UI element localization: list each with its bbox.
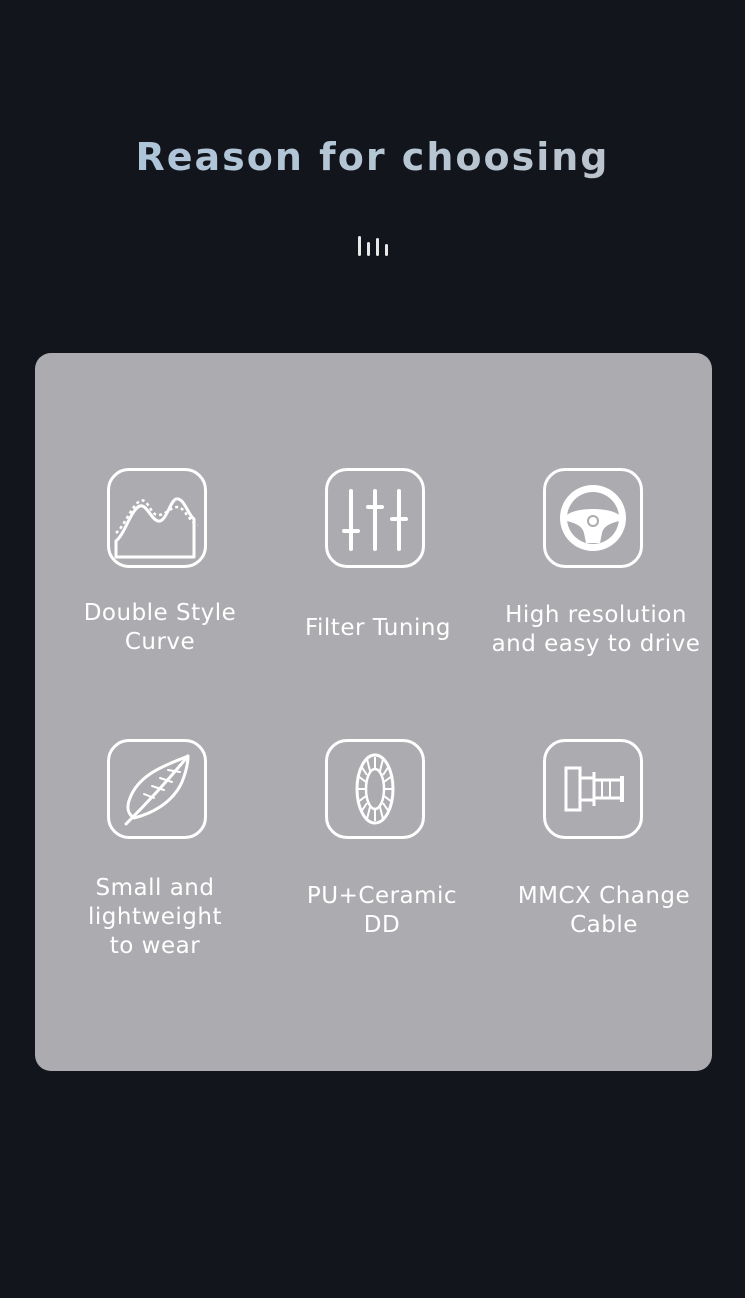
feature-label-mmcx: MMCX Change Cable xyxy=(474,882,734,940)
diaphragm-driver-icon xyxy=(355,753,395,825)
feature-box-lightweight xyxy=(107,739,207,839)
steering-wheel-icon xyxy=(560,485,626,551)
equalizer-sliders-icon xyxy=(342,489,408,551)
feature-label-line: and easy to drive xyxy=(491,631,701,657)
page-title: Reason for choosing xyxy=(0,135,745,179)
feature-box-resolution xyxy=(543,468,643,568)
feature-box-driver xyxy=(325,739,425,839)
feature-label-line: Cable xyxy=(570,912,638,938)
feature-label-lightweight: Small and lightweight to wear xyxy=(25,874,285,961)
feature-label-line: High resolution xyxy=(505,602,687,628)
feature-label-line: DD xyxy=(363,912,401,938)
feature-label-driver: PU+Ceramic DD xyxy=(252,882,512,940)
feature-label-line: MMCX Change xyxy=(517,883,691,909)
feature-label-line: lightweight xyxy=(87,904,223,930)
audio-bars-icon xyxy=(358,236,388,256)
feature-box-mmcx xyxy=(543,739,643,839)
mmcx-connector-icon xyxy=(564,766,624,812)
feature-box-curve xyxy=(107,468,207,568)
feature-box-filter xyxy=(325,468,425,568)
feature-label-resolution: High resolution and easy to drive xyxy=(466,601,726,659)
curve-chart-icon xyxy=(114,497,199,559)
features-panel: Double Style Curve Filter Tuning High re… xyxy=(35,353,712,1071)
feature-label-line: to wear xyxy=(109,933,201,959)
feature-label-line: Small and xyxy=(95,875,215,901)
feather-icon xyxy=(124,754,190,826)
feature-label-line: PU+Ceramic xyxy=(306,883,458,909)
